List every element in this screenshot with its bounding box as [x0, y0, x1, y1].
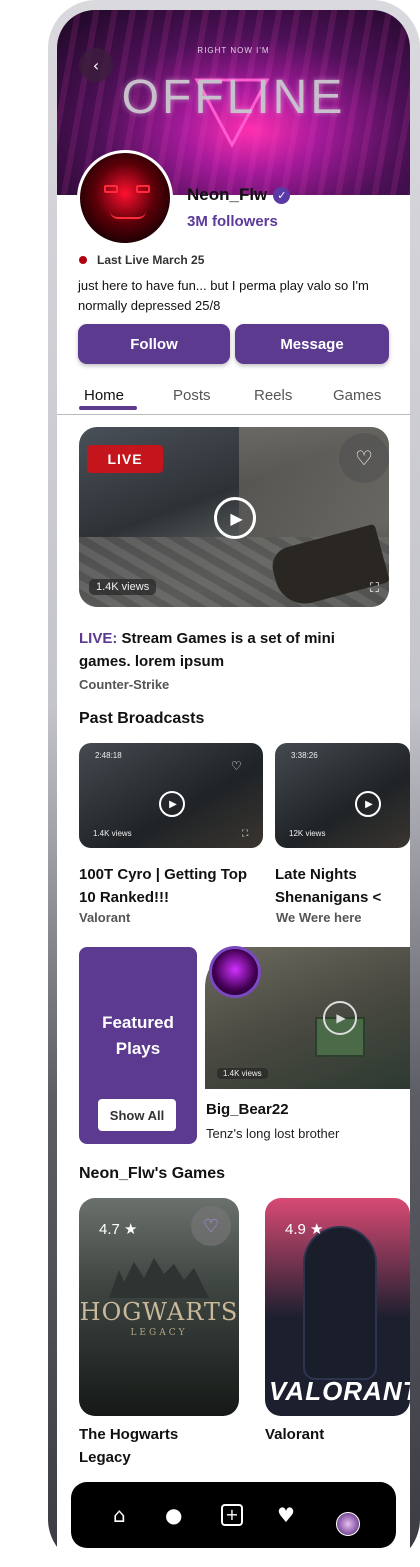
back-button[interactable]: ‹ — [79, 48, 113, 82]
tab-posts[interactable]: Posts — [173, 387, 211, 404]
fullscreen-icon[interactable]: ⛶ — [370, 581, 379, 596]
chevron-left-icon: ‹ — [92, 55, 100, 75]
offline-dot-icon — [79, 256, 87, 264]
live-prefix: LIVE: — [79, 630, 118, 647]
broadcast-title[interactable]: 100T Cyro | Getting Top 10 Ranked!!! — [79, 863, 263, 909]
game-rating: 4.9 ★ — [285, 1221, 324, 1238]
heart-outline-icon[interactable]: ♡ — [231, 759, 242, 773]
broadcast-views: 12K views — [289, 829, 326, 838]
live-badge: LIVE — [87, 445, 163, 473]
add-post-icon[interactable]: + — [221, 1504, 243, 1526]
games-heading: Neon_Flw's Games — [79, 1165, 226, 1182]
broadcast-thumbnail[interactable]: 3:38:26 12K views ▶ — [275, 743, 410, 848]
play-button[interactable]: ▶ — [214, 497, 256, 539]
valorant-logo: VALORANT — [269, 1376, 410, 1406]
explore-compass-icon[interactable]: ● — [165, 1504, 182, 1526]
broadcast-game: We Were here — [276, 910, 362, 925]
profile-bio: just here to have fun... but I perma pla… — [78, 278, 369, 313]
play-icon: ▶ — [230, 508, 243, 528]
offline-title: OFFLINE — [121, 71, 346, 124]
live-stream-card[interactable]: LIVE ♡ ▶ 1.4K views ⛶ — [79, 427, 389, 607]
last-live-label: Last Live March 25 — [97, 253, 205, 267]
profile-tabs: Home Posts Reels Games — [57, 385, 410, 415]
live-stream-title[interactable]: LIVE: Stream Games is a set of mini game… — [79, 627, 379, 673]
tab-home[interactable]: Home — [84, 387, 124, 404]
game-rating: 4.7 ★ — [99, 1221, 138, 1238]
broadcast-thumbnail[interactable]: 2:48:18 1.4K views ▶ ♡ ⛶ — [79, 743, 263, 848]
fullscreen-icon[interactable]: ⛶ — [242, 829, 248, 839]
hogwarts-logo: HOGWARTS — [79, 1298, 239, 1326]
show-all-button[interactable]: Show All — [98, 1099, 176, 1131]
last-live-status: Last Live March 25 — [79, 253, 204, 267]
featured-plays-label: Featured Plays — [102, 1013, 174, 1058]
agent-figure-graphic — [305, 1228, 375, 1378]
view-count: 1.4K views — [89, 579, 157, 595]
heart-outline-icon: ♡ — [355, 446, 373, 470]
game-title[interactable]: The Hogwarts Legacy — [79, 1423, 229, 1469]
avatar-eye — [136, 185, 150, 193]
hogwarts-logo-sub: LEGACY — [130, 1328, 188, 1338]
broadcast-title[interactable]: Late Nights Shenanigans < — [275, 863, 410, 909]
play-icon[interactable]: ▶ — [323, 1001, 357, 1035]
tab-games[interactable]: Games — [333, 387, 381, 404]
featured-caption: Tenz's long lost brother — [206, 1126, 340, 1141]
featured-user-name[interactable]: Big_Bear22 — [206, 1101, 289, 1118]
heart-filled-icon[interactable]: ♥ — [277, 1504, 295, 1526]
heart-outline-icon[interactable]: ♡ — [191, 1206, 231, 1246]
broadcast-views: 1.4K views — [93, 829, 132, 838]
play-icon[interactable]: ▶ — [355, 791, 381, 817]
profile-name-row: Neon_Flw ✓ — [187, 185, 291, 205]
followers-count[interactable]: 3M followers — [187, 213, 278, 230]
avatar-mouth — [110, 211, 146, 219]
profile-name: Neon_Flw — [187, 185, 268, 204]
live-game-name: Counter-Strike — [79, 677, 170, 692]
like-button[interactable]: ♡ — [339, 433, 389, 483]
verified-check-icon: ✓ — [273, 186, 291, 204]
follow-button[interactable]: Follow — [78, 324, 230, 364]
broadcast-duration: 3:38:26 — [291, 751, 318, 760]
game-card-hogwarts[interactable]: HOGWARTS LEGACY 4.7 ★ ♡ — [79, 1198, 239, 1416]
message-button[interactable]: Message — [235, 324, 389, 364]
game-title[interactable]: Valorant — [265, 1423, 324, 1446]
home-icon[interactable]: ⌂ — [113, 1504, 126, 1526]
live-title-text: Stream Games is a set of mini games. lor… — [79, 630, 335, 670]
profile-avatar-nav-icon[interactable] — [336, 1512, 360, 1536]
profile-avatar[interactable] — [77, 150, 173, 246]
active-tab-indicator — [79, 406, 137, 410]
avatar-eye — [104, 185, 118, 193]
game-card-valorant[interactable]: VALORANT 4.9 ★ — [265, 1198, 410, 1416]
featured-view-count: 1.4K views — [217, 1068, 268, 1079]
screen: RIGHT NOW I'M OFFLINE ‹ Neon_Flw ✓ 3M fo… — [57, 10, 410, 1567]
broadcast-game: Valorant — [79, 910, 131, 925]
broadcast-duration: 2:48:18 — [95, 751, 122, 760]
play-icon[interactable]: ▶ — [159, 791, 185, 817]
past-broadcasts-heading: Past Broadcasts — [79, 710, 205, 727]
right-now-label: RIGHT NOW I'M — [197, 46, 270, 55]
tab-reels[interactable]: Reels — [254, 387, 292, 404]
featured-user-avatar[interactable] — [209, 946, 261, 998]
castle-graphic — [109, 1258, 209, 1298]
